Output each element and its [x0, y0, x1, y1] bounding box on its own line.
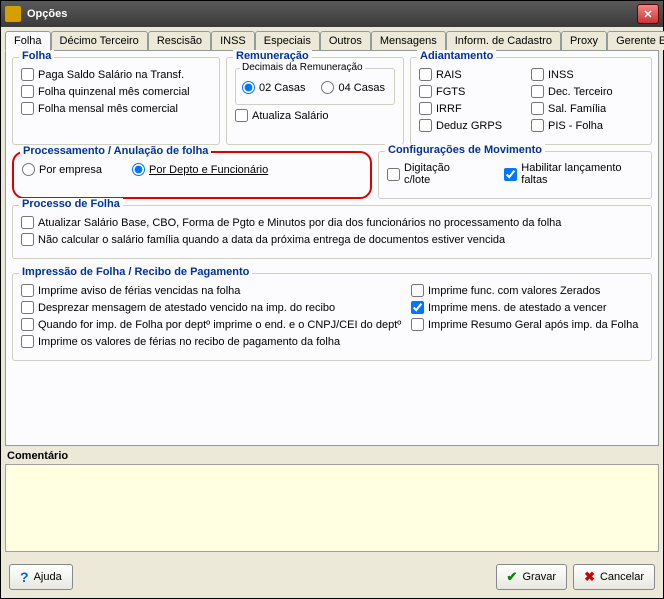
tab-gerente[interactable]: Gerente Eletrônico: [607, 31, 664, 50]
radio-por-depto[interactable]: Por Depto e Funcionário: [132, 163, 268, 176]
check-desprezar-label: Desprezar mensagem de atestado vencido n…: [38, 302, 335, 314]
fieldset-remun-title: Remuneração: [233, 50, 312, 62]
check-irrf[interactable]: IRRF: [419, 102, 531, 115]
cancelar-label: Cancelar: [600, 571, 644, 583]
app-icon: [5, 6, 21, 22]
check-valores-ferias[interactable]: Imprime os valores de férias no recibo d…: [21, 335, 411, 348]
ajuda-label: Ajuda: [34, 571, 62, 583]
fieldset-adiantamento: Adiantamento RAIS FGTS IRRF Deduz GRPS I…: [410, 57, 652, 145]
radio-02casas-label: 02 Casas: [259, 82, 305, 94]
check-mensal-label: Folha mensal mês comercial: [38, 103, 178, 115]
radio-depto-label: Por Depto e Funcionário: [149, 164, 268, 176]
tab-decimo[interactable]: Décimo Terceiro: [51, 31, 148, 50]
window-title: Opções: [27, 8, 637, 20]
check-quinzenal-label: Folha quinzenal mês comercial: [38, 86, 190, 98]
check-fgts[interactable]: FGTS: [419, 85, 531, 98]
check-zerados[interactable]: Imprime func. com valores Zerados: [411, 284, 643, 297]
check-atualizar-label: Atualizar Salário Base, CBO, Forma de Pg…: [38, 217, 561, 229]
tab-inform[interactable]: Inform. de Cadastro: [446, 31, 561, 50]
fieldset-proc-title: Processamento / Anulação de folha: [20, 145, 211, 157]
help-icon: ?: [20, 569, 29, 585]
radio-02casas[interactable]: 02 Casas: [242, 81, 305, 94]
check-rais-label: RAIS: [436, 69, 462, 81]
check-pis[interactable]: PIS - Folha: [531, 119, 643, 132]
check-rais[interactable]: RAIS: [419, 68, 531, 81]
check-quando-imp[interactable]: Quando for imp. de Folha por deptº impri…: [21, 318, 411, 331]
check-quando-label: Quando for imp. de Folha por deptº impri…: [38, 319, 401, 331]
close-icon[interactable]: ✕: [637, 4, 659, 24]
radio-empresa-label: Por empresa: [39, 164, 102, 176]
check-resumo[interactable]: Imprime Resumo Geral após imp. da Folha: [411, 318, 643, 331]
check-mensal[interactable]: Folha mensal mês comercial: [21, 102, 211, 115]
check-quinzenal[interactable]: Folha quinzenal mês comercial: [21, 85, 211, 98]
check-valores-label: Imprime os valores de férias no recibo d…: [38, 336, 340, 348]
radio-04casas[interactable]: 04 Casas: [321, 81, 384, 94]
check-naocalc-label: Não calcular o salário família quando a …: [38, 234, 505, 246]
check-deduz[interactable]: Deduz GRPS: [419, 119, 531, 132]
decimais-title: Decimais da Remuneração: [240, 62, 365, 73]
options-window: Opções ✕ Folha Décimo Terceiro Rescisão …: [0, 0, 664, 599]
tab-proxy[interactable]: Proxy: [561, 31, 607, 50]
check-inss[interactable]: INSS: [531, 68, 643, 81]
check-deduz-label: Deduz GRPS: [436, 120, 502, 132]
radio-por-empresa[interactable]: Por empresa: [22, 163, 102, 176]
check-desprezar[interactable]: Desprezar mensagem de atestado vencido n…: [21, 301, 411, 314]
ajuda-button[interactable]: ? Ajuda: [9, 564, 73, 590]
subgroup-decimais: Decimais da Remuneração 02 Casas 04 Casa…: [235, 68, 395, 105]
tab-mensagens[interactable]: Mensagens: [371, 31, 446, 50]
check-aviso-label: Imprime aviso de férias vencidas na folh…: [38, 285, 240, 297]
tab-outros[interactable]: Outros: [320, 31, 371, 50]
fieldset-adiant-title: Adiantamento: [417, 50, 496, 62]
check-irrf-label: IRRF: [436, 103, 462, 115]
fieldset-processamento: Processamento / Anulação de folha Por em…: [12, 151, 372, 199]
check-fgts-label: FGTS: [436, 86, 465, 98]
check-atualiza-label: Atualiza Salário: [252, 110, 328, 122]
check-atualiza-salario[interactable]: Atualiza Salário: [235, 109, 395, 122]
tab-bar: Folha Décimo Terceiro Rescisão INSS Espe…: [1, 27, 663, 50]
check-mens-atestado[interactable]: Imprime mens. de atestado a vencer: [411, 301, 643, 314]
check-resumo-label: Imprime Resumo Geral após imp. da Folha: [428, 319, 638, 331]
check-dec-label: Dec. Terceiro: [548, 86, 613, 98]
radio-04casas-label: 04 Casas: [338, 82, 384, 94]
check-icon: ✔: [507, 569, 518, 585]
check-paga-saldo-label: Paga Saldo Salário na Transf.: [38, 69, 184, 81]
fieldset-impressao: Impressão de Folha / Recibo de Pagamento…: [12, 273, 652, 361]
fieldset-imp-title: Impressão de Folha / Recibo de Pagamento: [19, 266, 252, 278]
fieldset-remuneracao: Remuneração Decimais da Remuneração 02 C…: [226, 57, 404, 145]
check-digitacao[interactable]: Digitação c/lote: [387, 162, 474, 186]
tab-rescisao[interactable]: Rescisão: [148, 31, 211, 50]
check-paga-saldo[interactable]: Paga Saldo Salário na Transf.: [21, 68, 211, 81]
check-habilitar[interactable]: Habilitar lançamento faltas: [504, 162, 643, 186]
fieldset-folha: Folha Paga Saldo Salário na Transf. Folh…: [12, 57, 220, 145]
check-nao-calcular[interactable]: Não calcular o salário família quando a …: [21, 233, 643, 246]
fieldset-processo-folha: Processo de Folha Atualizar Salário Base…: [12, 205, 652, 259]
check-mens-label: Imprime mens. de atestado a vencer: [428, 302, 607, 314]
check-sal[interactable]: Sal. Família: [531, 102, 643, 115]
check-digit-label: Digitação c/lote: [404, 162, 474, 186]
comment-label: Comentário: [1, 446, 663, 464]
x-icon: ✖: [584, 569, 595, 585]
check-pis-label: PIS - Folha: [548, 120, 603, 132]
check-hab-label: Habilitar lançamento faltas: [521, 162, 643, 186]
tab-inss[interactable]: INSS: [211, 31, 255, 50]
gravar-button[interactable]: ✔ Gravar: [496, 564, 568, 590]
check-inss-label: INSS: [548, 69, 574, 81]
check-sal-label: Sal. Família: [548, 103, 606, 115]
fieldset-folha-title: Folha: [19, 50, 54, 62]
tab-content: Folha Paga Saldo Salário na Transf. Folh…: [5, 50, 659, 446]
fieldset-conf-title: Configurações de Movimento: [385, 144, 545, 156]
fieldset-pfolha-title: Processo de Folha: [19, 198, 123, 210]
tab-especiais[interactable]: Especiais: [255, 31, 320, 50]
comment-textarea[interactable]: [5, 464, 659, 552]
check-atualizar-base[interactable]: Atualizar Salário Base, CBO, Forma de Pg…: [21, 216, 643, 229]
check-dec[interactable]: Dec. Terceiro: [531, 85, 643, 98]
fieldset-configuracoes: Configurações de Movimento Digitação c/l…: [378, 151, 652, 199]
button-bar: ? Ajuda ✔ Gravar ✖ Cancelar: [9, 564, 655, 590]
tab-folha[interactable]: Folha: [5, 31, 51, 51]
titlebar: Opções ✕: [1, 1, 663, 27]
cancelar-button[interactable]: ✖ Cancelar: [573, 564, 655, 590]
gravar-label: Gravar: [522, 571, 556, 583]
check-aviso-ferias[interactable]: Imprime aviso de férias vencidas na folh…: [21, 284, 411, 297]
check-zerados-label: Imprime func. com valores Zerados: [428, 285, 600, 297]
